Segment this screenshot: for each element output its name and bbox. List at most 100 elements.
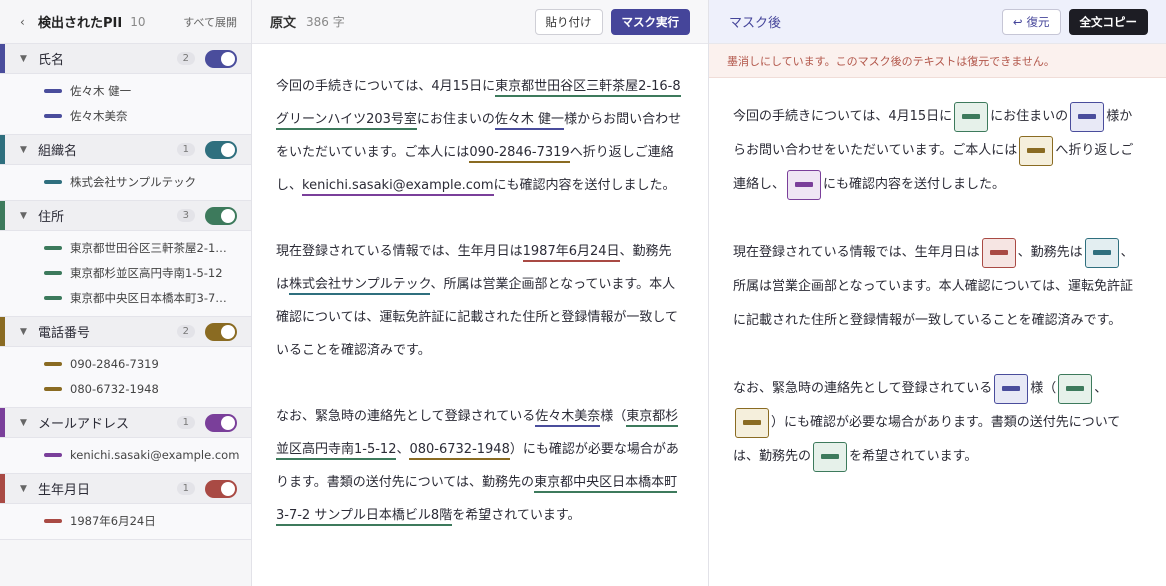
undo-icon: ↩	[1012, 14, 1023, 29]
expand-all-link[interactable]: すべて展開	[183, 14, 237, 30]
original-paragraph: 現在登録されている情報では、生年月日は1987年6月24日、勤務先は株式会社サン…	[276, 235, 684, 367]
item-text: 東京都世田谷区三軒茶屋2-1…	[70, 240, 227, 255]
group-count-badge: 1	[176, 482, 195, 495]
caret-down-icon[interactable]: ▼	[20, 418, 38, 428]
group-header-name[interactable]: ▼ 氏名 2	[0, 44, 251, 74]
group-header-org[interactable]: ▼ 組織名 1	[0, 135, 251, 165]
group-header-email[interactable]: ▼ メールアドレス 1	[0, 408, 251, 438]
text-run: なお、緊急時の連絡先として登録されている	[733, 381, 993, 396]
toggle-phone[interactable]	[205, 322, 237, 341]
list-item[interactable]: 東京都中央区日本橋本町3-7…	[0, 285, 251, 310]
item-text: 090-2846-7319	[70, 356, 159, 371]
color-swatch	[44, 386, 62, 391]
mask-run-button[interactable]: マスク実行	[610, 8, 690, 35]
group-phone: ▼ 電話番号 2 090-2846-7319 080-6732-1948	[0, 317, 251, 408]
pii-highlight-phone[interactable]: 080-6732-1948	[409, 442, 510, 460]
list-item[interactable]: 080-6732-1948	[0, 376, 251, 401]
caret-down-icon[interactable]: ▼	[20, 484, 38, 494]
original-paragraph: 今回の手続きについては、4月15日に東京都世田谷区三軒茶屋2-16-8 グリーン…	[276, 70, 684, 202]
group-header-phone[interactable]: ▼ 電話番号 2	[0, 317, 251, 347]
sidebar-title: 検出されたPII	[38, 16, 123, 31]
item-text: 東京都杉並区高円寺南1-5-12	[70, 265, 223, 280]
group-label: 組織名	[38, 144, 78, 159]
pii-highlight-dob[interactable]: 1987年6月24日	[522, 244, 620, 262]
color-swatch	[44, 452, 62, 457]
color-swatch	[44, 518, 62, 523]
list-item[interactable]: kenichi.sasaki@example.com	[0, 442, 251, 467]
text-run: 、	[1094, 381, 1108, 396]
list-item[interactable]: 東京都世田谷区三軒茶屋2-1…	[0, 235, 251, 260]
redaction-chip-email[interactable]	[787, 169, 822, 200]
color-swatch	[44, 88, 62, 93]
toggle-name[interactable]	[205, 49, 237, 68]
item-text: 佐々木美奈	[70, 108, 128, 123]
redaction-chip-phone[interactable]	[735, 407, 769, 438]
masked-header: マスク後 ↩ 復元 全文コピー	[709, 0, 1166, 44]
pii-highlight-phone[interactable]: 090-2846-7319	[469, 145, 570, 163]
color-swatch	[44, 295, 62, 300]
group-count-badge: 1	[176, 143, 195, 156]
original-text-area[interactable]: 今回の手続きについては、4月15日に東京都世田谷区三軒茶屋2-16-8 グリーン…	[252, 44, 708, 532]
item-text: 株式会社サンプルテック	[70, 174, 197, 189]
toggle-org[interactable]	[205, 140, 237, 159]
group-label: メールアドレス	[38, 417, 130, 432]
caret-down-icon[interactable]: ▼	[20, 327, 38, 337]
restore-button[interactable]: ↩ 復元	[1001, 8, 1061, 35]
toggle-knob	[221, 324, 235, 339]
list-item[interactable]: 佐々木美奈	[0, 103, 251, 128]
pii-highlight-name[interactable]: 佐々木美奈	[535, 409, 601, 427]
caret-down-icon[interactable]: ▼	[20, 211, 38, 221]
masked-paragraph: 現在登録されている情報では、生年月日は 、勤務先は 、所属は営業企画部となっています…	[733, 236, 1144, 338]
list-item[interactable]: 1987年6月24日	[0, 508, 251, 533]
toggle-knob	[221, 415, 235, 430]
masked-paragraph: 今回の手続きについては、4月15日に にお住まいの 様からお問い合わせをいただいてい…	[733, 100, 1144, 202]
caret-down-icon[interactable]: ▼	[20, 54, 38, 64]
group-color-bar	[0, 317, 5, 346]
text-run: 今回の手続きについては、4月15日に	[276, 79, 496, 94]
item-text: 080-6732-1948	[70, 381, 159, 396]
redaction-chip-address[interactable]	[813, 441, 848, 472]
redaction-chip-address[interactable]	[954, 101, 989, 132]
group-label: 生年月日	[38, 483, 91, 498]
redaction-chip-name[interactable]	[1070, 101, 1105, 132]
sidebar-header: ‹ 検出されたPII 10 すべて展開	[0, 0, 251, 44]
group-email: ▼ メールアドレス 1 kenichi.sasaki@example.com	[0, 408, 251, 474]
pii-highlight-email[interactable]: kenichi.sasaki@example.com	[302, 178, 494, 196]
redaction-chip-phone[interactable]	[1019, 135, 1054, 166]
group-label: 氏名	[38, 53, 65, 68]
chevron-left-icon[interactable]: ‹	[20, 15, 38, 29]
masked-title: マスク後	[729, 16, 782, 31]
copy-all-button[interactable]: 全文コピー	[1068, 8, 1148, 35]
toggle-knob	[221, 142, 235, 157]
group-color-bar	[0, 408, 5, 437]
group-name: ▼ 氏名 2 佐々木 健一 佐々木美奈	[0, 44, 251, 135]
color-swatch	[44, 245, 62, 250]
pii-highlight-name[interactable]: 佐々木 健一	[494, 112, 565, 130]
caret-down-icon[interactable]: ▼	[20, 145, 38, 155]
original-pane: 原文 386 字 貼り付け マスク実行 今回の手続きについては、4月15日に東京…	[252, 0, 709, 586]
restore-label: 復元	[1026, 14, 1050, 29]
original-actions: 貼り付け マスク実行	[534, 8, 690, 35]
redaction-chip-dob[interactable]	[981, 237, 1016, 268]
group-header-address[interactable]: ▼ 住所 3	[0, 201, 251, 231]
toggle-email[interactable]	[205, 413, 237, 432]
group-label: 住所	[38, 210, 65, 225]
color-swatch	[44, 361, 62, 366]
redaction-chip-org[interactable]	[1084, 237, 1119, 268]
pii-highlight-org[interactable]: 株式会社サンプルテック	[289, 277, 431, 295]
redaction-chip-address[interactable]	[1058, 373, 1093, 404]
group-count-badge: 1	[176, 416, 195, 429]
toggle-dob[interactable]	[205, 479, 237, 498]
paste-button[interactable]: 貼り付け	[534, 8, 603, 35]
list-item[interactable]: 株式会社サンプルテック	[0, 169, 251, 194]
text-run: にも確認内容を送付しました。	[493, 178, 676, 193]
text-run: を希望されています。	[849, 449, 978, 464]
list-item[interactable]: 東京都杉並区高円寺南1-5-12	[0, 260, 251, 285]
text-run: 現在登録されている情報では、生年月日は	[276, 244, 523, 259]
group-header-dob[interactable]: ▼ 生年月日 1	[0, 474, 251, 504]
list-item[interactable]: 佐々木 健一	[0, 78, 251, 103]
toggle-address[interactable]	[205, 206, 237, 225]
redaction-chip-name[interactable]	[994, 373, 1029, 404]
group-items: 株式会社サンプルテック	[0, 165, 251, 201]
list-item[interactable]: 090-2846-7319	[0, 351, 251, 376]
